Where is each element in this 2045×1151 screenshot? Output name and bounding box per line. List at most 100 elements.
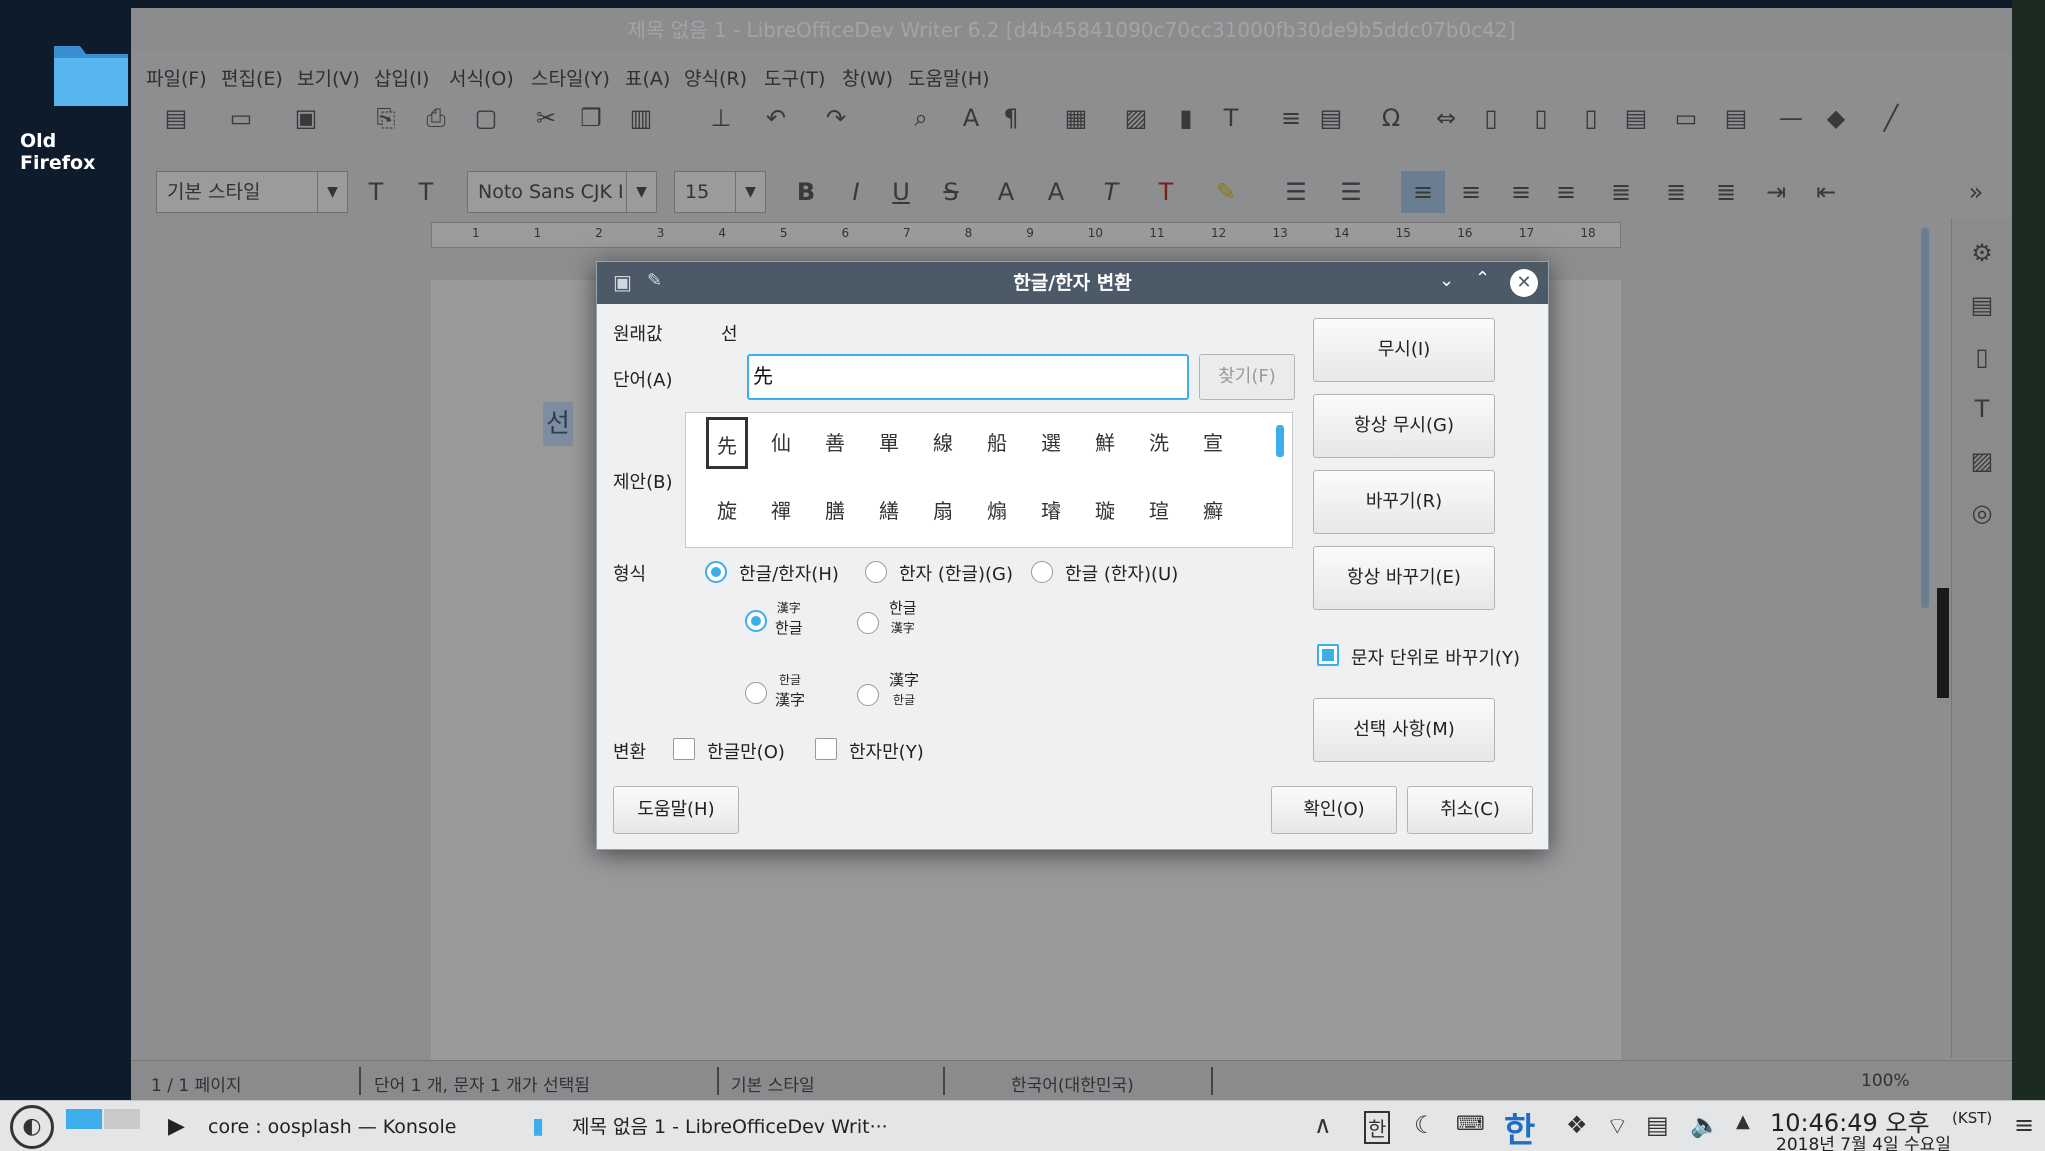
wifi-icon[interactable]: ⌔ — [1606, 1111, 1629, 1141]
bold-icon[interactable]: B — [791, 177, 821, 207]
app-launcher-icon[interactable]: ◐ — [10, 1105, 54, 1149]
cut-icon[interactable]: ✂ — [531, 103, 561, 133]
suggestion-cell[interactable]: 先 — [706, 417, 748, 469]
selected-document-text[interactable]: 선 — [543, 402, 573, 446]
suggestion-cell[interactable]: 單 — [868, 417, 910, 469]
increase-indent-icon[interactable]: ⇥ — [1761, 177, 1791, 207]
maximize-icon[interactable]: ⌃ — [1475, 268, 1490, 289]
paste-icon[interactable]: ▥ — [626, 103, 656, 133]
hanja-only-checkbox[interactable] — [815, 738, 837, 760]
minimize-icon[interactable]: ⌄ — [1439, 270, 1454, 291]
print-icon[interactable]: ⎙ — [421, 103, 451, 133]
cross-reference-icon[interactable]: ▤ — [1621, 103, 1651, 133]
night-mode-icon[interactable]: ☾ — [1414, 1111, 1436, 1139]
cancel-button[interactable]: 취소(C) — [1407, 786, 1533, 834]
ime-status-box[interactable]: 한 — [1364, 1111, 1391, 1144]
footnote-icon[interactable]: ▯ — [1476, 103, 1506, 133]
format-radio-hanja-hangul[interactable] — [865, 561, 887, 583]
new-style-icon[interactable]: T — [411, 177, 441, 207]
folder-icon[interactable] — [52, 32, 130, 110]
suggestion-cell[interactable]: 線 — [922, 417, 964, 469]
find-icon[interactable]: ⌕ — [906, 103, 936, 133]
suggestion-cell[interactable]: 旋 — [706, 485, 748, 537]
field-icon[interactable]: ▤ — [1316, 103, 1346, 133]
help-button[interactable]: 도움말(H) — [613, 786, 739, 834]
ruby-radio-hangul-below[interactable] — [857, 684, 879, 706]
suggestion-cell[interactable]: 禪 — [760, 485, 802, 537]
hyperlink-icon[interactable]: ⇔ — [1431, 103, 1461, 133]
align-center-icon[interactable]: ≡ — [1456, 177, 1486, 207]
close-icon[interactable]: ✕ — [1510, 269, 1538, 297]
replace-by-char-label[interactable]: 문자 단위로 바꾸기(Y) — [1351, 644, 1520, 670]
formatting-marks-icon[interactable]: ¶ — [996, 103, 1026, 133]
hangul-only-label[interactable]: 한글만(O) — [707, 738, 785, 764]
tray-expand-icon[interactable]: ▲ — [1736, 1111, 1750, 1132]
suggestion-cell[interactable]: 煽 — [976, 485, 1018, 537]
menu-form[interactable]: 양식(R) — [684, 64, 747, 91]
dropbox-icon[interactable]: ❖ — [1566, 1111, 1588, 1139]
replace-by-char-checkbox[interactable] — [1317, 644, 1339, 666]
bookmark-icon[interactable]: ▯ — [1576, 103, 1606, 133]
status-word-count[interactable]: 단어 1 개, 문자 1 개가 선택됨 — [374, 1071, 590, 1096]
table-icon[interactable]: ▦ — [1061, 103, 1091, 133]
volume-icon[interactable]: 🔈 — [1690, 1111, 1720, 1139]
ok-button[interactable]: 확인(O) — [1271, 786, 1397, 834]
save-icon[interactable]: ▣ — [291, 103, 321, 133]
menu-styles[interactable]: 스타일(Y) — [531, 64, 610, 91]
justify-icon[interactable]: ≡ — [1551, 177, 1581, 207]
comment-icon[interactable]: ▭ — [1671, 103, 1701, 133]
suggestions-scrollbar[interactable] — [1276, 425, 1284, 457]
clipboard-icon[interactable]: ▤ — [1646, 1111, 1669, 1139]
status-language[interactable]: 한국어(대한민국) — [1011, 1071, 1134, 1096]
font-size-combo[interactable]: 15 ▼ — [674, 171, 766, 213]
task-konsole[interactable]: core : oosplash — Konsole — [208, 1109, 456, 1145]
suggestion-cell[interactable]: 膳 — [814, 485, 856, 537]
sidebar-collapse-handle[interactable] — [1937, 588, 1949, 698]
suggestion-cell[interactable]: 繕 — [868, 485, 910, 537]
export-pdf-icon[interactable]: ⎘ — [371, 103, 401, 133]
suggestion-cell[interactable]: 鮮 — [1084, 417, 1126, 469]
chevron-down-icon[interactable]: ▼ — [735, 172, 765, 212]
highlight-icon[interactable]: ✎ — [1211, 177, 1241, 207]
strikethrough-icon[interactable]: S — [936, 177, 966, 207]
menu-edit[interactable]: 편집(E) — [221, 64, 283, 91]
chevron-down-icon[interactable]: ▼ — [317, 172, 347, 212]
window-menu-icon[interactable]: ▣ — [613, 270, 632, 294]
clone-formatting-icon[interactable]: ⊥ — [706, 103, 736, 133]
numbering-icon[interactable]: ☰ — [1336, 177, 1366, 207]
suggestion-cell[interactable]: 癬 — [1192, 485, 1234, 537]
status-zoom[interactable]: 100% — [1861, 1071, 1910, 1091]
menu-window[interactable]: 창(W) — [842, 64, 893, 91]
more-icon[interactable]: » — [1961, 177, 1991, 207]
pager-desktop-2[interactable] — [104, 1109, 140, 1129]
format-option-label[interactable]: 한글 (한자)(U) — [1065, 560, 1178, 586]
page-break-icon[interactable]: ≡ — [1276, 103, 1306, 133]
horizontal-ruler[interactable]: 1 1 2 3 4 5 6 7 8 9 10 11 12 13 14 15 16 17 18 — [431, 222, 1621, 248]
ruby-radio-hangul-above[interactable] — [857, 612, 879, 634]
hanja-only-label[interactable]: 한자만(Y) — [849, 738, 924, 764]
italic-icon[interactable]: I — [841, 177, 871, 207]
update-style-icon[interactable]: T — [361, 177, 391, 207]
chevron-down-icon[interactable]: ▼ — [626, 172, 656, 212]
bullets-icon[interactable]: ☰ — [1281, 177, 1311, 207]
menu-format[interactable]: 서식(O) — [449, 64, 514, 91]
paragraph-style-combo[interactable]: 기본 스타일 ▼ — [156, 171, 348, 213]
find-button[interactable]: 찾기(F) — [1199, 354, 1295, 400]
line-spacing-icon[interactable]: ≣ — [1606, 177, 1636, 207]
status-page[interactable]: 1 / 1 페이지 — [151, 1071, 242, 1096]
gallery-icon[interactable]: ▨ — [1967, 446, 1997, 476]
suggestion-cell[interactable]: 船 — [976, 417, 1018, 469]
menu-view[interactable]: 보기(V) — [297, 64, 360, 91]
suggestion-cell[interactable]: 扇 — [922, 485, 964, 537]
align-left-icon[interactable]: ≡ — [1401, 171, 1445, 213]
ruby-radio-hanja-above[interactable] — [745, 610, 767, 632]
options-button[interactable]: 선택 사항(M) — [1313, 698, 1495, 762]
pin-icon[interactable]: ✎ — [647, 270, 662, 291]
line-icon[interactable]: — — [1776, 103, 1806, 133]
shapes-icon[interactable]: ◆ — [1821, 103, 1851, 133]
suggestion-cell[interactable]: 璇 — [1084, 485, 1126, 537]
suggestion-cell[interactable]: 選 — [1030, 417, 1072, 469]
menu-tools[interactable]: 도구(T) — [764, 64, 825, 91]
track-changes-icon[interactable]: ▤ — [1721, 103, 1751, 133]
suggestion-cell[interactable]: 瑄 — [1138, 485, 1180, 537]
